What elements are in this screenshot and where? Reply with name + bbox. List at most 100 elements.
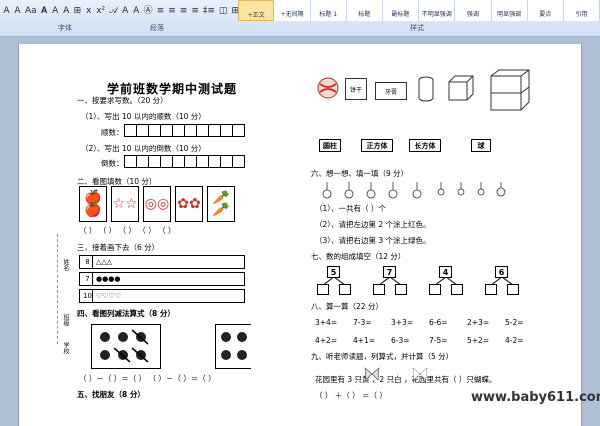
toolbar-button[interactable]: Aa bbox=[24, 5, 38, 18]
label-cuboid: 长方体 bbox=[409, 139, 441, 152]
sequence-number: 7 bbox=[83, 272, 93, 286]
bond-box[interactable] bbox=[395, 284, 407, 295]
right-column: 饼干 牙膏 圆柱 正方体 长方体 球 六、想一想、填一填（9 分） （1）、一共… bbox=[311, 44, 573, 426]
style-item[interactable]: 明显强调 bbox=[491, 0, 528, 21]
calc-item[interactable]: 5-2= bbox=[505, 318, 543, 328]
section-9-heading: 九、听老师读题，列算式，并计算（5 分） bbox=[311, 352, 454, 361]
sequence-row[interactable]: 7 ●●●● bbox=[79, 272, 245, 286]
forward-count-boxes[interactable] bbox=[124, 124, 245, 137]
sequence-row[interactable]: 8 △△△ bbox=[79, 255, 245, 269]
toolbar-button[interactable]: ≡ bbox=[156, 5, 166, 18]
section-1-heading: 一、按要求写数。（20 分） bbox=[77, 96, 168, 105]
calc-item[interactable]: 5+2= bbox=[467, 336, 505, 346]
number-bond[interactable]: 6 bbox=[485, 266, 519, 296]
toolbar-button[interactable]: ◫ bbox=[218, 5, 229, 18]
toolbar-button[interactable]: Ⓐ bbox=[143, 5, 154, 18]
section-6-q1: （1）、一共有（ ）个 bbox=[315, 204, 386, 213]
calc-item[interactable]: 7-3= bbox=[353, 318, 391, 328]
picture-answer-row: （ ） （ ） （ ） （ ） （ ） bbox=[79, 226, 176, 235]
toolbar-button[interactable]: ≡ bbox=[190, 5, 200, 18]
style-item[interactable]: 标题 bbox=[346, 0, 383, 21]
backward-count-boxes[interactable] bbox=[124, 155, 245, 168]
subtraction-picture-right bbox=[215, 324, 251, 369]
toolbar-button[interactable]: A bbox=[132, 5, 141, 18]
side-label-name: 姓名 bbox=[62, 259, 69, 271]
toolbar-button[interactable]: 𝐀 bbox=[40, 5, 49, 18]
calc-item[interactable]: 6-3= bbox=[391, 336, 429, 346]
toolbar-button[interactable]: A bbox=[13, 5, 22, 18]
ball-icon bbox=[317, 77, 339, 99]
toolbar-button[interactable]: A bbox=[121, 5, 130, 18]
toolbar-button[interactable]: A bbox=[2, 5, 11, 18]
calc-item[interactable]: 3+4= bbox=[315, 318, 353, 328]
style-item[interactable]: 强调 bbox=[455, 0, 492, 21]
font-group-label: 字体 bbox=[58, 24, 72, 32]
sequence-number: 8 bbox=[83, 255, 93, 269]
apple-group-icon bbox=[100, 328, 149, 363]
calc-item[interactable]: 6-6= bbox=[429, 318, 467, 328]
document-page[interactable]: 姓名 班级 学校 学前班数学期中测试题 一、按要求写数。（20 分） （1）、写… bbox=[18, 44, 600, 426]
sequence-marks: ●●●● bbox=[96, 275, 121, 283]
style-item[interactable]: 引用 bbox=[563, 0, 600, 21]
left-column: 学前班数学期中测试题 一、按要求写数。（20 分） （1）、写出 10 以内的顺… bbox=[77, 44, 253, 426]
toolbar-button[interactable]: ≡ bbox=[167, 5, 177, 18]
sequence-row[interactable]: 10 ♡♡♡♡ bbox=[79, 289, 245, 303]
page-title: 学前班数学期中测试题 bbox=[107, 82, 238, 96]
label-sphere: 球 bbox=[471, 139, 491, 152]
bond-box[interactable] bbox=[485, 284, 497, 295]
toolbar-button[interactable]: A bbox=[62, 5, 71, 18]
bond-box[interactable] bbox=[339, 284, 351, 295]
section-1b-text: （2）、写出 10 以内的倒数（10 分） bbox=[81, 144, 206, 153]
biscuit-box-shape: 饼干 bbox=[345, 78, 367, 100]
sequence-marks: ♡♡♡♡ bbox=[96, 292, 122, 300]
section-6-q3: （3）、请把右边第 3 个涂上绿色。 bbox=[315, 236, 431, 245]
picture-box: ☆☆ bbox=[111, 186, 139, 222]
bond-box[interactable] bbox=[373, 284, 385, 295]
cylinder-icon bbox=[418, 76, 434, 102]
calc-item[interactable]: 4-2= bbox=[505, 336, 543, 346]
paragraph-group-label: 段落 bbox=[150, 24, 164, 32]
calc-item[interactable]: 7-5= bbox=[429, 336, 467, 346]
sequence-rows: 8 △△△ 7 ●●●● 10 ♡♡♡♡ bbox=[79, 255, 245, 303]
toolbar-button[interactable]: ≡ bbox=[179, 5, 189, 18]
side-label-class: 班级 bbox=[62, 314, 69, 326]
picture-box: ✿✿ bbox=[175, 186, 203, 222]
bond-box[interactable] bbox=[317, 284, 329, 295]
picture-count-row: 🍎🍎 ☆☆ ◎◎ ✿✿ 🥕🥕 bbox=[79, 186, 235, 222]
style-item[interactable]: 不明显强调 bbox=[419, 0, 456, 21]
toolbar-button[interactable]: 𝒜 bbox=[108, 5, 119, 18]
calc-row: 4+2= 4+1= 6-3= 7-5= 5+2= 4-2= bbox=[315, 336, 545, 346]
number-bond[interactable]: 7 bbox=[373, 266, 407, 296]
number-bond[interactable]: 5 bbox=[317, 266, 351, 296]
styles-gallery: +正文 +无间隔 标题 1 标题 副标题 不明显强调 强调 明显强调 要点 引用 bbox=[238, 0, 600, 21]
calc-item[interactable]: 2+3= bbox=[467, 318, 505, 328]
toolbar-button[interactable]: A bbox=[51, 5, 60, 18]
section-1a-text: （1）、写出 10 以内的顺数（10 分） bbox=[81, 112, 206, 121]
calc-item[interactable]: 4+1= bbox=[353, 336, 391, 346]
picture-box: 🍎🍎 bbox=[79, 186, 107, 222]
calc-item[interactable]: 3+3= bbox=[391, 318, 429, 328]
bond-box[interactable] bbox=[429, 284, 441, 295]
toolbar-button[interactable]: ‡≡ bbox=[202, 5, 216, 18]
style-item[interactable]: +无间隔 bbox=[274, 0, 311, 21]
toolbar-button[interactable]: x bbox=[84, 5, 93, 18]
bond-box[interactable] bbox=[507, 284, 519, 295]
section-6-q2: （2）、请把左边第 2 个涂上红色。 bbox=[315, 220, 431, 229]
label-cylinder: 圆柱 bbox=[319, 139, 341, 152]
toolbar-button[interactable]: x² bbox=[95, 5, 106, 18]
number-bonds: 5746 bbox=[317, 266, 519, 296]
style-item[interactable]: +正文 bbox=[238, 0, 275, 21]
section-7-heading: 七、数的组成填空（12 分） bbox=[311, 252, 406, 261]
ribbon: A A Aa 𝐀 A A ⊞ x x² 𝒜 A A Ⓐ ≡ ≡ ≡ ≡ ‡≡ ◫ ⊞ 字体 段落 样式 +正文 +无间隔… bbox=[0, 0, 600, 37]
calc-row: 3+4= 7-3= 3+3= 6-6= 2+3= 5-2= bbox=[315, 318, 545, 328]
style-item[interactable]: 标题 1 bbox=[310, 0, 347, 21]
toolbar-button[interactable]: ⊞ bbox=[73, 5, 83, 18]
watermark: www.baby611.com bbox=[471, 390, 600, 405]
style-item[interactable]: 副标题 bbox=[382, 0, 420, 21]
number-bond[interactable]: 4 bbox=[429, 266, 463, 296]
bond-box[interactable] bbox=[451, 284, 463, 295]
calc-item[interactable]: 4+2= bbox=[315, 336, 353, 346]
cube-icon bbox=[448, 75, 474, 101]
section-3-heading: 三、接着画下去（6 分） bbox=[77, 243, 160, 252]
style-item[interactable]: 要点 bbox=[527, 0, 564, 21]
